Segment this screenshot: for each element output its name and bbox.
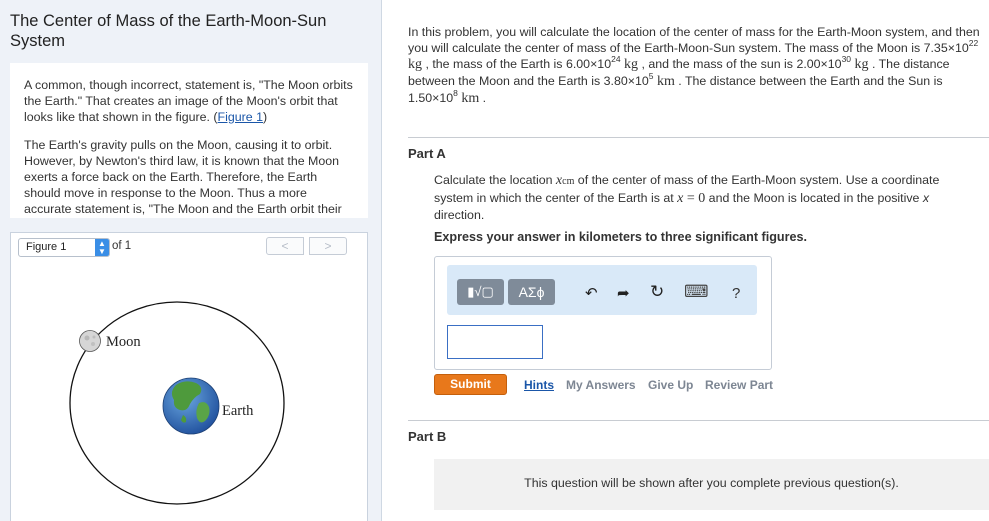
my-answers-link[interactable]: My Answers	[566, 378, 636, 392]
submit-button[interactable]: Submit	[434, 374, 507, 395]
give-up-link[interactable]: Give Up	[648, 378, 693, 392]
answer-box: ▮√▢ ΑΣϕ ↶ ➦ ↻ ⌨ ?	[434, 256, 772, 370]
unit-kg: kg	[408, 57, 422, 72]
q-text-3: and the Moon is located in the positive	[705, 191, 923, 205]
moon-label: Moon	[106, 334, 141, 350]
intro-p1-text: A common, though incorrect, statement is…	[24, 78, 353, 124]
moon-mass: 7.35×10	[923, 41, 969, 55]
divider	[408, 420, 989, 421]
help-button[interactable]: ?	[732, 286, 740, 301]
greek-symbols-button[interactable]: ΑΣϕ	[508, 279, 555, 305]
moon-mass-exp: 22	[968, 37, 979, 48]
earth-sun-distance-exp: 8	[453, 87, 458, 98]
figure-selector-label: Figure 1	[26, 241, 67, 253]
reset-icon[interactable]: ↻	[650, 283, 664, 300]
problem-s5: . The distance between the Earth and the…	[678, 74, 943, 88]
earth-mass-exp: 24	[611, 53, 621, 64]
moon-icon	[79, 330, 101, 352]
left-panel: The Center of Mass of the Earth-Moon-Sun…	[0, 0, 382, 521]
earth-moon-distance-exp: 5	[648, 70, 654, 81]
earth-mass: 6.00×10	[565, 57, 612, 71]
sun-mass-exp: 30	[841, 53, 852, 64]
answer-input[interactable]	[447, 325, 543, 359]
earth-icon	[162, 377, 220, 435]
right-panel: In this problem, you will calculate the …	[383, 0, 989, 521]
part-a-heading[interactable]: Part A	[408, 146, 446, 161]
part-a-question: Calculate the location xcm of the center…	[434, 172, 979, 223]
redo-icon[interactable]: ➦	[617, 286, 630, 301]
problem-s2: , the mass of the Earth is	[425, 57, 566, 71]
review-part-link[interactable]: Review Part	[705, 378, 773, 392]
math-toolbar: ▮√▢ ΑΣϕ ↶ ➦ ↻ ⌨ ?	[447, 265, 757, 315]
earth-sun-distance: 1.50×10	[408, 91, 454, 105]
unit-km: km	[461, 91, 480, 106]
next-figure-button[interactable]: >	[309, 237, 347, 255]
part-b-heading[interactable]: Part B	[408, 429, 446, 444]
keyboard-icon[interactable]: ⌨	[684, 283, 709, 300]
part-b-locked-box: This question will be shown after you co…	[434, 459, 989, 510]
hints-link[interactable]: Hints	[524, 378, 554, 392]
problem-s6: .	[482, 91, 487, 105]
earth-moon-figure: Moon Earth	[69, 301, 285, 505]
divider	[408, 137, 989, 138]
undo-icon[interactable]: ↶	[585, 286, 598, 301]
part-b-message: This question will be shown after you co…	[524, 476, 899, 490]
unit-kg: kg	[624, 57, 639, 72]
selector-arrows-icon: ▲ ▼	[95, 239, 109, 256]
q-var-x: x	[922, 191, 930, 205]
intro-paragraph-2: The Earth's gravity pulls on the Moon, c…	[24, 138, 342, 216]
figure-count: of 1	[112, 240, 132, 252]
figure-selector[interactable]: Figure 1 ▲ ▼	[18, 238, 110, 257]
intro-p1-end: )	[263, 110, 268, 124]
previous-figure-button[interactable]: <	[266, 237, 304, 255]
q-text-1: Calculate the location	[434, 173, 556, 187]
eq-rest: = 0	[683, 191, 706, 206]
problem-s3: , and the mass of the sun is	[641, 57, 797, 71]
intro-paragraph-1: A common, though incorrect, statement is…	[24, 77, 354, 125]
intro-text-box[interactable]: A common, though incorrect, statement is…	[10, 63, 368, 218]
unit-kg: kg	[854, 57, 869, 72]
unit-km: km	[656, 74, 675, 89]
problem-statement: In this problem, you will calculate the …	[408, 24, 986, 107]
templates-button[interactable]: ▮√▢	[457, 279, 504, 305]
var-sub-cm: cm	[562, 176, 575, 187]
figure-panel: Figure 1 ▲ ▼ of 1 < > Moon Earth	[10, 232, 368, 521]
q-text-4: direction.	[434, 208, 485, 222]
earth-moon-distance: 3.80×10	[603, 74, 649, 88]
problem-s1: In this problem, you will calculate the …	[408, 25, 980, 55]
answer-instructions: Express your answer in kilometers to thr…	[434, 230, 808, 244]
earth-label: Earth	[222, 403, 254, 419]
problem-title: The Center of Mass of the Earth-Moon-Sun…	[10, 12, 327, 50]
figure-1-link[interactable]: Figure 1	[218, 110, 263, 124]
sun-mass: 2.00×10	[796, 57, 842, 71]
